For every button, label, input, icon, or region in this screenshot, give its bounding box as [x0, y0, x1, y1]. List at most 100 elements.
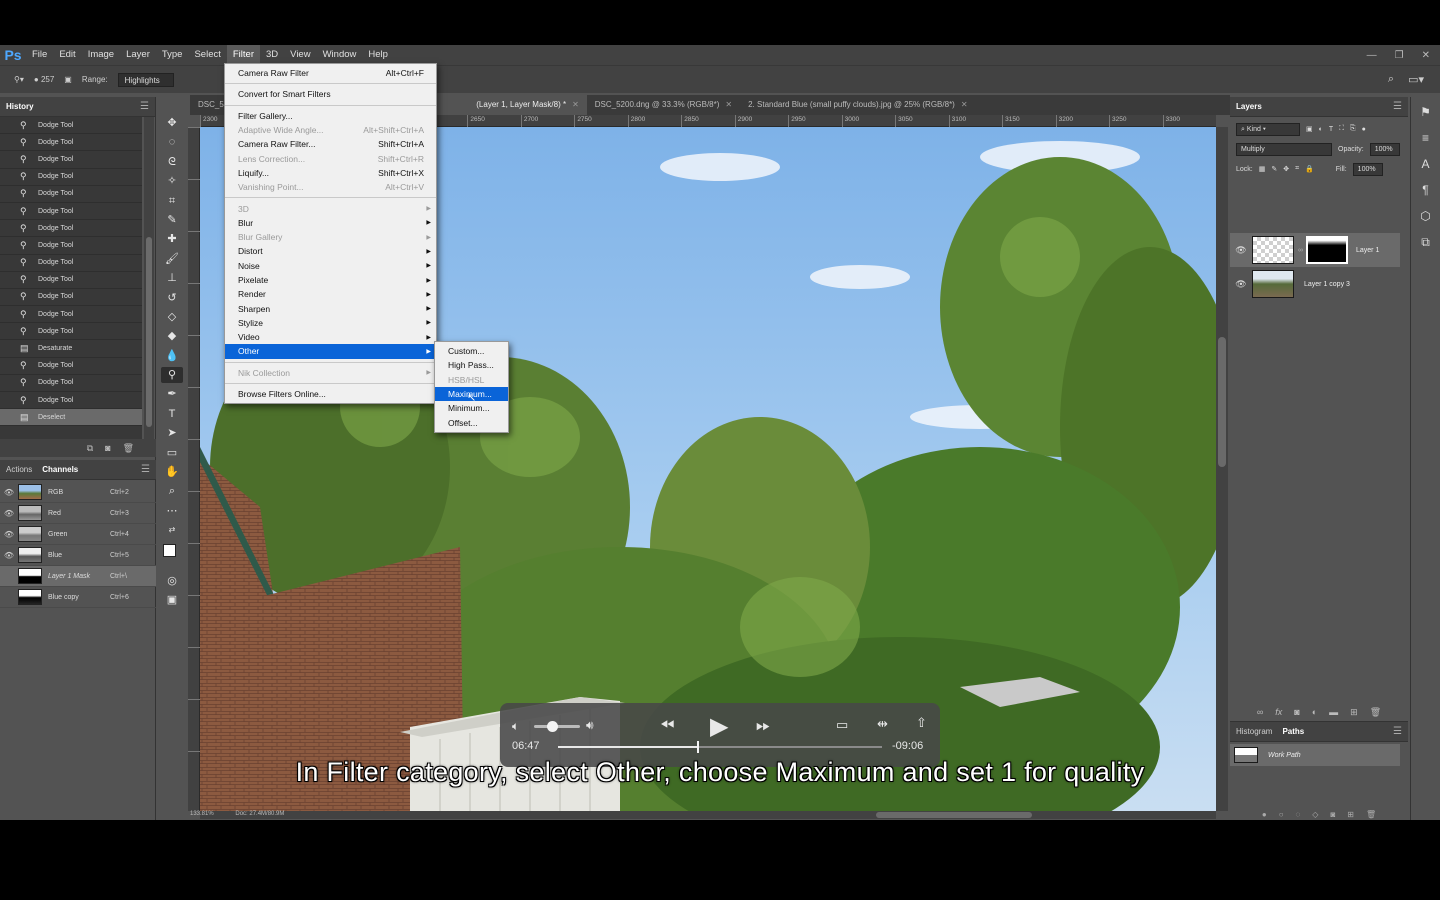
- menu-edit[interactable]: Edit: [53, 45, 81, 65]
- load-path-selection-icon[interactable]: ◌: [1296, 810, 1301, 820]
- chapters-icon[interactable]: ⇹: [877, 716, 888, 732]
- new-path-icon[interactable]: ⊞: [1347, 810, 1354, 820]
- restore-button[interactable]: ❐: [1395, 50, 1404, 61]
- fx-icon[interactable]: fx: [1275, 707, 1282, 717]
- lock-transparent-icon[interactable]: ▦: [1259, 165, 1266, 173]
- other-menu-item-maximum[interactable]: Maximum... ↖: [435, 386, 508, 404]
- filter-menu-item-pixelate[interactable]: Pixelate ▶: [225, 273, 436, 287]
- filter-menu-item-render[interactable]: Render ▶: [225, 287, 436, 301]
- menu-file[interactable]: File: [26, 45, 53, 65]
- filter-menu-item-camera-raw-filter[interactable]: Camera Raw Filter Alt+Ctrl+F: [225, 66, 436, 80]
- history-state-row[interactable]: ⚲ Dodge Tool: [0, 203, 142, 221]
- panel-menu-icon[interactable]: ☰: [1393, 101, 1402, 112]
- history-scrollbar[interactable]: [144, 117, 154, 439]
- other-menu-item-minimum[interactable]: Minimum...: [435, 401, 508, 415]
- eye-icon[interactable]: 👁: [1230, 245, 1252, 256]
- magic-wand-icon[interactable]: ✧: [161, 173, 183, 189]
- trash-icon[interactable]: 🗑: [1370, 707, 1381, 718]
- 3d-icon[interactable]: ⬡: [1420, 209, 1430, 223]
- crop-tool-icon[interactable]: ⌗: [161, 193, 183, 209]
- foreground-color[interactable]: [163, 543, 176, 557]
- eraser-tool-icon[interactable]: ◇: [161, 309, 183, 325]
- channel-row[interactable]: 👁 Red Ctrl+3: [0, 503, 156, 524]
- eye-icon[interactable]: 👁: [0, 509, 18, 518]
- fast-forward-icon[interactable]: ⏩︎: [756, 715, 770, 736]
- character-icon[interactable]: A: [1421, 157, 1429, 171]
- other-menu-item-high-pass[interactable]: High Pass...: [435, 358, 508, 372]
- type-filter-icon[interactable]: T: [1329, 126, 1333, 133]
- close-icon[interactable]: ✕: [961, 100, 968, 109]
- history-state-row[interactable]: ⚲ Dodge Tool: [0, 358, 142, 375]
- quick-mask-icon[interactable]: ◎: [161, 573, 183, 589]
- link-icon[interactable]: ∞: [1298, 247, 1306, 254]
- opacity-input[interactable]: 100%: [1369, 142, 1400, 156]
- eye-icon[interactable]: 👁: [0, 488, 18, 497]
- filter-menu-item-convert-for-smart-filters[interactable]: Convert for Smart Filters: [225, 87, 436, 101]
- history-state-row[interactable]: ▤ Deselect: [0, 409, 142, 427]
- make-work-path-icon[interactable]: ◇: [1312, 810, 1318, 820]
- history-state-row[interactable]: ⚲ Dodge Tool: [0, 134, 142, 152]
- blend-mode-select[interactable]: Multiply: [1236, 142, 1332, 156]
- doc-tab[interactable]: 2. Standard Blue (small puffy clouds).jp…: [740, 95, 975, 115]
- filter-menu-item-distort[interactable]: Distort ▶: [225, 244, 436, 258]
- seek-playhead[interactable]: [697, 741, 700, 753]
- channel-row[interactable]: 👁 Blue Ctrl+5: [0, 545, 156, 566]
- menu-window[interactable]: Window: [317, 45, 363, 65]
- filter-menu-item-noise[interactable]: Noise ▶: [225, 259, 436, 273]
- range-select[interactable]: Highlights: [117, 72, 174, 87]
- other-menu-item-custom[interactable]: Custom...: [435, 344, 508, 358]
- new-group-icon[interactable]: ▬: [1329, 707, 1338, 717]
- swap-colors-icon[interactable]: ⇄: [161, 522, 183, 538]
- dodge-tool-preset-icon[interactable]: ⚲▾: [14, 75, 24, 84]
- layer-mask-thumbnail[interactable]: [1306, 236, 1348, 264]
- filter-menu-item-video[interactable]: Video ▶: [225, 330, 436, 344]
- menu-filter[interactable]: Filter: [226, 45, 260, 65]
- new-layer-icon[interactable]: ⊞: [1350, 707, 1358, 718]
- filter-menu-item-liquify[interactable]: Liquify... Shift+Ctrl+X: [225, 166, 436, 180]
- close-icon[interactable]: ✕: [725, 100, 732, 109]
- menu-layer[interactable]: Layer: [120, 45, 156, 65]
- stroke-path-icon[interactable]: ○: [1279, 810, 1284, 820]
- history-state-row[interactable]: ⚲ Dodge Tool: [0, 186, 142, 203]
- brush-preset-picker[interactable]: ● 257: [34, 75, 54, 84]
- smart-object-filter-icon[interactable]: ⎘: [1350, 125, 1356, 133]
- paint-bucket-icon[interactable]: ◆: [161, 328, 183, 344]
- tab-channels[interactable]: Channels: [42, 465, 78, 474]
- filter-menu-item-camera-raw-filter[interactable]: Camera Raw Filter... Shift+Ctrl+A: [225, 137, 436, 151]
- rewind-icon[interactable]: ⏪︎: [660, 715, 674, 736]
- history-state-row[interactable]: ⚲ Dodge Tool: [0, 255, 142, 272]
- volume-mute-icon[interactable]: 🔈︎: [512, 719, 519, 734]
- eye-icon[interactable]: 👁: [0, 551, 18, 560]
- new-document-from-state-icon[interactable]: ⧉: [87, 443, 93, 454]
- zoom-tool-icon[interactable]: ⌕: [161, 483, 183, 499]
- layer-row[interactable]: 👁 Layer 1 copy 3: [1230, 267, 1400, 301]
- marquee-tool-icon[interactable]: ◌: [161, 134, 183, 150]
- history-scroll-thumb[interactable]: [146, 237, 152, 427]
- screen-mode-icon[interactable]: ▣: [161, 592, 183, 608]
- eyedropper-icon[interactable]: ✎: [161, 212, 183, 228]
- lasso-tool-icon[interactable]: ᘓ: [161, 154, 183, 170]
- menu-3d[interactable]: 3D: [260, 45, 284, 65]
- healing-brush-icon[interactable]: ✚: [161, 231, 183, 247]
- adjustments-icon[interactable]: ≡: [1422, 131, 1429, 145]
- history-state-row[interactable]: ⚲ Dodge Tool: [0, 306, 142, 324]
- filter-menu-item-browse-filters-online[interactable]: Browse Filters Online...: [225, 387, 436, 401]
- close-button[interactable]: ✕: [1422, 50, 1430, 61]
- filter-menu-item-filter-gallery[interactable]: Filter Gallery...: [225, 109, 436, 123]
- menu-help[interactable]: Help: [362, 45, 394, 65]
- horizontal-scroll-thumb[interactable]: [876, 812, 1032, 818]
- hand-tool-icon[interactable]: ✋: [161, 464, 183, 480]
- color-swatches[interactable]: [161, 542, 183, 564]
- history-state-row[interactable]: ⚲ Dodge Tool: [0, 169, 142, 186]
- add-mask-icon[interactable]: ◙: [1330, 810, 1335, 820]
- history-tab[interactable]: History: [6, 102, 34, 111]
- brush-tool-icon[interactable]: 🖌: [161, 251, 183, 267]
- minimize-button[interactable]: —: [1367, 50, 1377, 61]
- fill-input[interactable]: 100%: [1352, 162, 1383, 176]
- stamp-tool-icon[interactable]: ⊥: [161, 270, 183, 286]
- shape-filter-icon[interactable]: ⛶: [1339, 125, 1344, 133]
- layer-row[interactable]: 👁 ∞ Layer 1: [1230, 233, 1400, 267]
- tab-histogram[interactable]: Histogram: [1236, 727, 1272, 736]
- eye-icon[interactable]: 👁: [0, 530, 18, 539]
- search-icon[interactable]: ⌕: [1388, 73, 1394, 86]
